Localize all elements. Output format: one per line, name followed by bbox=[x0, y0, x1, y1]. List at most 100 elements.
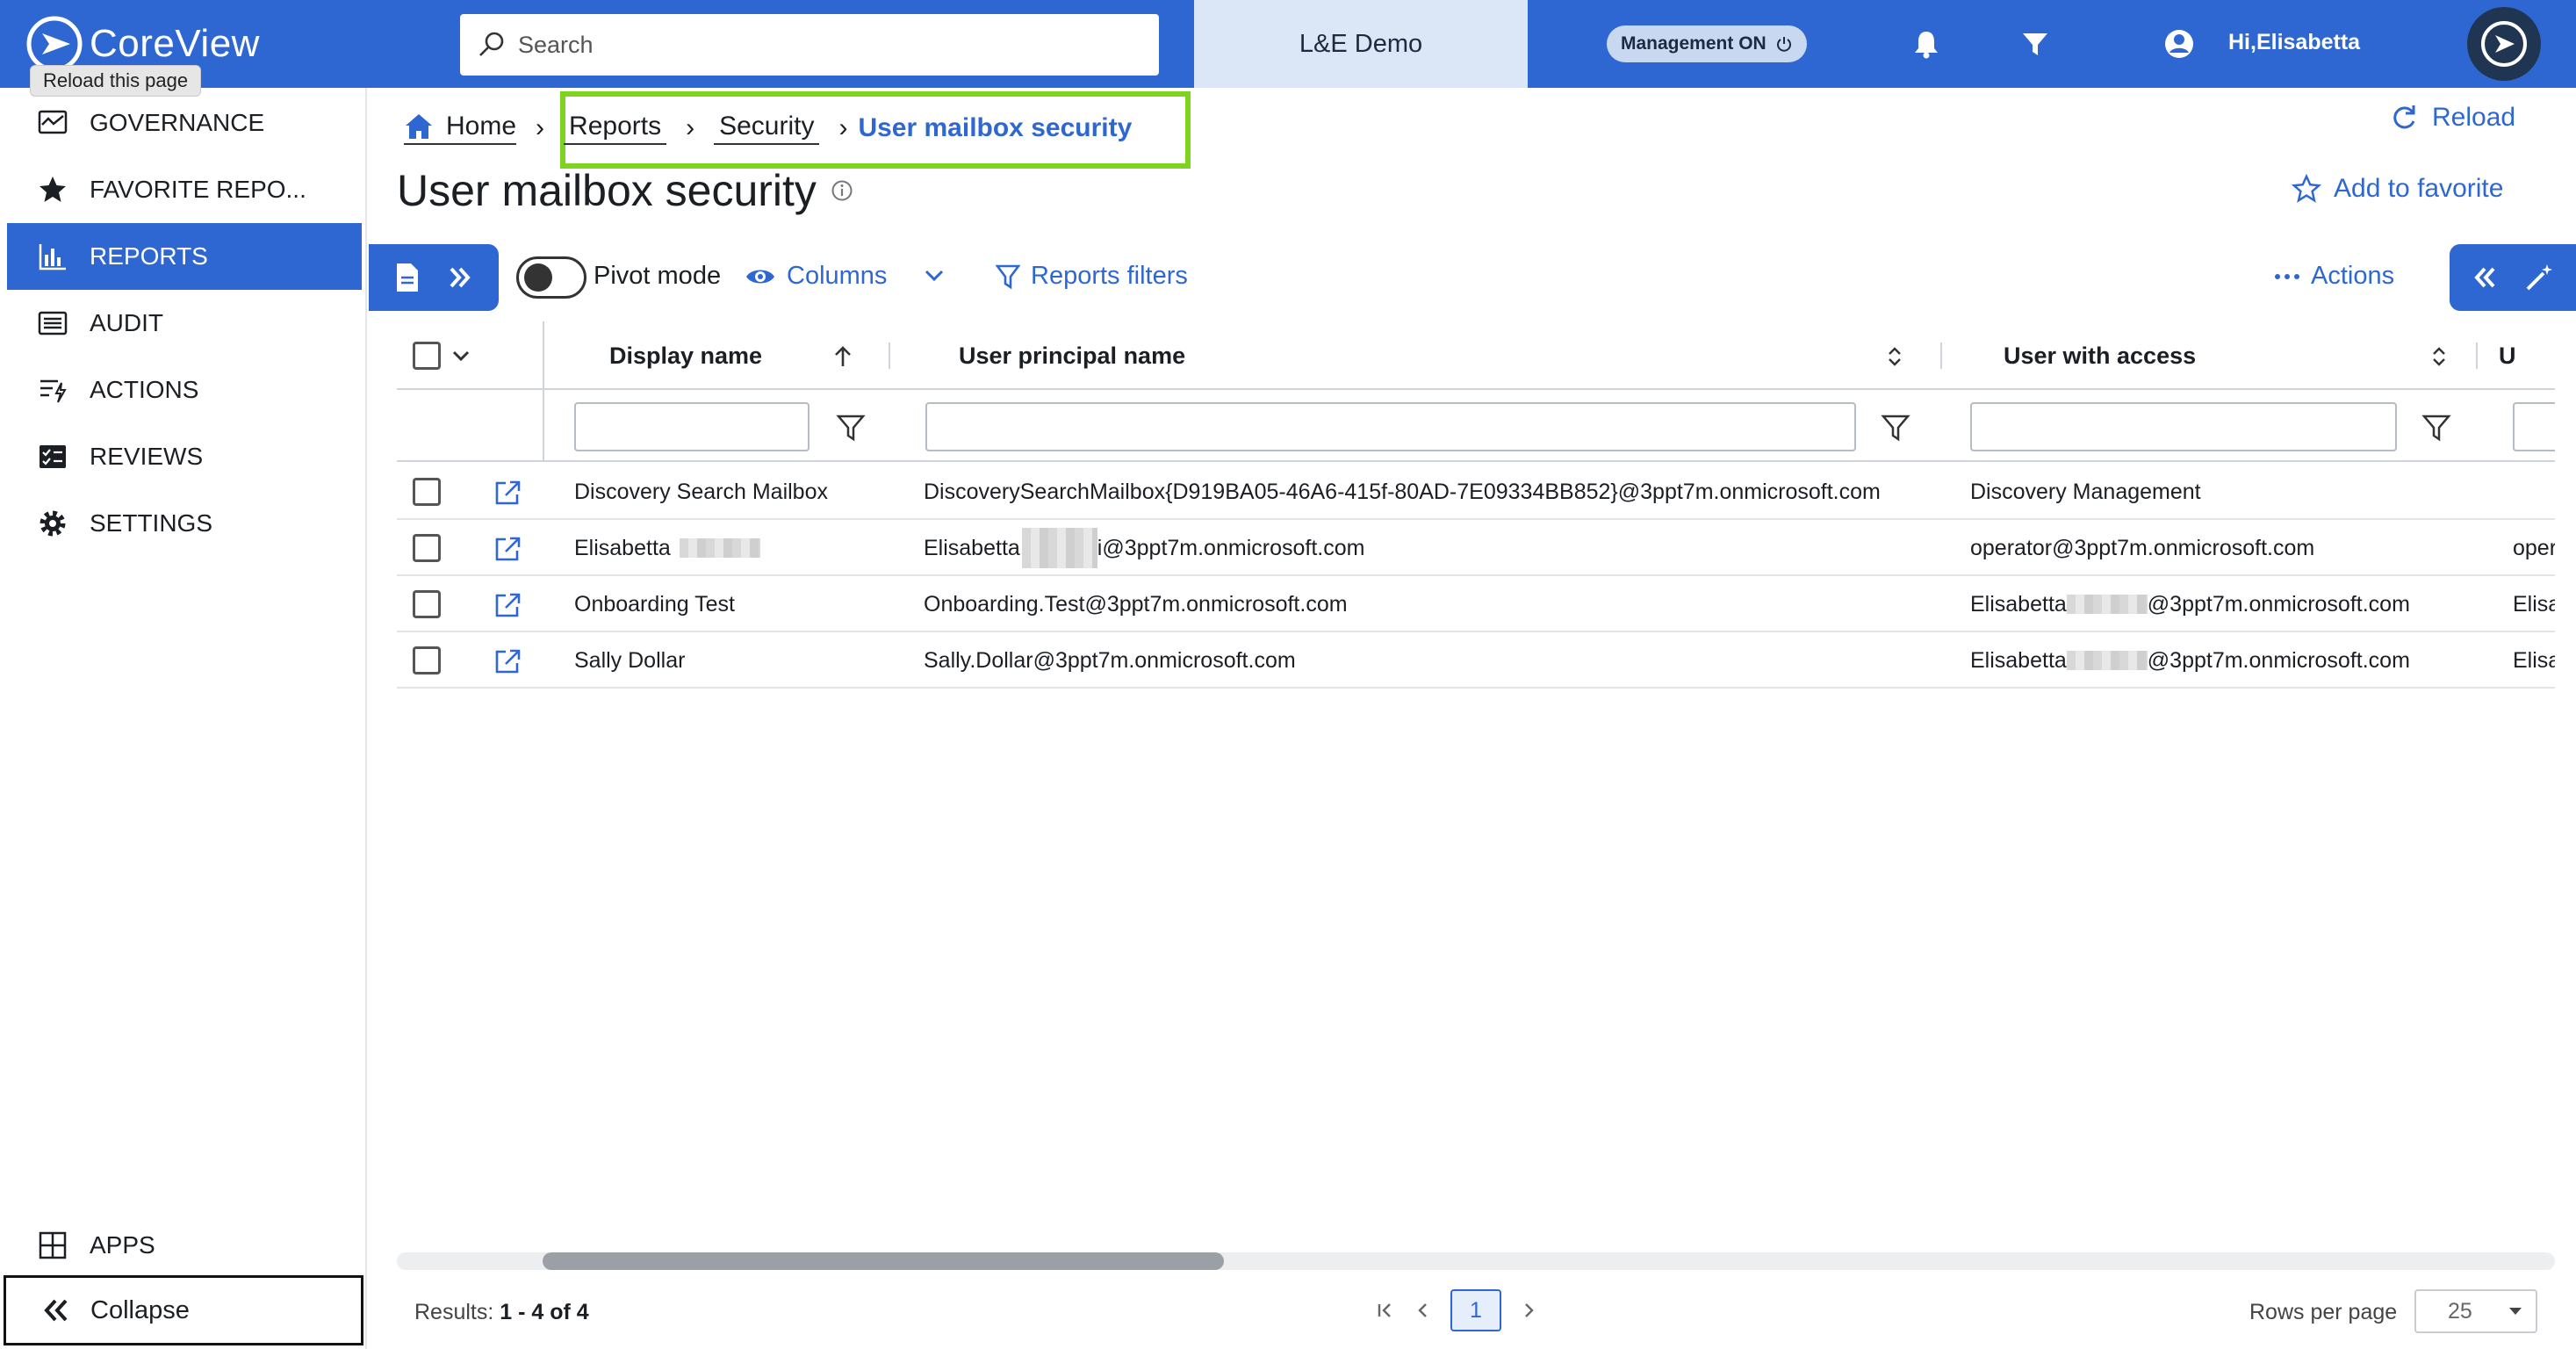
cell-upn: DiscoverySearchMailbox{D919BA05-46A6-415… bbox=[924, 479, 1881, 504]
next-page-icon[interactable] bbox=[1521, 1302, 1536, 1319]
access-suffix: @3ppt7m.onmicrosoft.com bbox=[2147, 591, 2410, 617]
grid-toolbar: Pivot mode Columns Reports filters Actio… bbox=[369, 244, 2576, 311]
upn-suffix: i@3ppt7m.onmicrosoft.com bbox=[1097, 535, 1365, 560]
column-divider[interactable] bbox=[1940, 343, 1942, 369]
horizontal-scrollbar[interactable] bbox=[397, 1252, 2555, 1270]
user-icon[interactable] bbox=[2162, 26, 2197, 61]
cell-user-with-access: Elisabetta @3ppt7m.onmicrosoft.com bbox=[1970, 632, 2410, 689]
funnel-icon[interactable] bbox=[836, 413, 866, 443]
column-divider[interactable] bbox=[2476, 343, 2478, 369]
column-header-display-name[interactable]: Display name bbox=[609, 321, 762, 390]
display-name-filter-input[interactable] bbox=[574, 402, 809, 451]
more-dots-icon bbox=[2275, 273, 2299, 279]
sort-toggle-icon[interactable] bbox=[2430, 344, 2448, 369]
chevron-down-icon[interactable] bbox=[451, 350, 471, 362]
select-all-control[interactable] bbox=[413, 321, 471, 390]
sidebar-item-actions[interactable]: ACTIONS bbox=[7, 357, 362, 423]
columns-button[interactable]: Columns bbox=[745, 262, 887, 291]
sidebar-item-label: AUDIT bbox=[90, 309, 163, 336]
sidebar-item-favorite-reports[interactable]: FAVORITE REPO... bbox=[7, 156, 362, 223]
breadcrumb-separator-icon: › bbox=[838, 113, 848, 142]
breadcrumb-security[interactable]: Security bbox=[714, 112, 820, 145]
sidebar-item-reviews[interactable]: REVIEWS bbox=[7, 423, 362, 490]
actions-button[interactable]: Actions bbox=[2274, 262, 2394, 291]
sidebar-item-label: REVIEWS bbox=[90, 443, 204, 470]
actions-icon bbox=[40, 379, 67, 403]
table-row[interactable]: Discovery Search Mailbox DiscoverySearch… bbox=[397, 464, 2555, 520]
cell-partial: Elisa bbox=[2513, 647, 2555, 673]
cell-partial: oper bbox=[2513, 535, 2555, 560]
open-external-icon[interactable] bbox=[493, 648, 522, 674]
row-checkbox[interactable] bbox=[413, 590, 441, 618]
document-icon[interactable] bbox=[394, 262, 421, 293]
table-row[interactable]: Sally Dollar Sally.Dollar@3ppt7m.onmicro… bbox=[397, 632, 2555, 689]
user-greeting[interactable]: Hi,Elisabetta bbox=[2228, 30, 2360, 55]
magic-wand-icon[interactable] bbox=[2524, 263, 2554, 292]
sort-toggle-icon[interactable] bbox=[1886, 344, 1903, 369]
column-header-user-with-access[interactable]: User with access bbox=[2004, 321, 2196, 390]
sort-ascending-icon[interactable] bbox=[832, 345, 853, 368]
sidebar-item-apps[interactable]: APPS bbox=[7, 1212, 362, 1279]
breadcrumb-separator-icon: › bbox=[536, 113, 545, 142]
sidebar-item-settings[interactable]: SETTINGS bbox=[7, 490, 362, 557]
reload-button[interactable]: Reload bbox=[2388, 102, 2515, 133]
reports-filters-button[interactable]: Reports filters bbox=[996, 262, 1188, 291]
reports-filters-label: Reports filters bbox=[1031, 262, 1188, 290]
row-checkbox[interactable] bbox=[413, 646, 441, 674]
cell-display-name: Elisabetta bbox=[574, 520, 760, 576]
open-external-icon[interactable] bbox=[493, 592, 522, 618]
column-header-partial[interactable]: U bbox=[2499, 321, 2516, 390]
collapse-button[interactable]: Collapse bbox=[4, 1275, 363, 1345]
partial-column-filter-input[interactable] bbox=[2513, 402, 2555, 451]
sidebar-item-label: GOVERNANCE bbox=[90, 109, 265, 136]
tenant-selector[interactable]: L&E Demo bbox=[1194, 0, 1528, 88]
cell-partial: Elisa bbox=[2513, 591, 2555, 617]
upn-prefix: Elisabetta bbox=[924, 535, 1020, 560]
brand-name: CoreView bbox=[90, 22, 260, 65]
select-all-checkbox[interactable] bbox=[413, 342, 441, 370]
breadcrumb-home[interactable]: Home bbox=[404, 112, 517, 145]
funnel-icon[interactable] bbox=[2421, 413, 2451, 443]
sidebar-item-audit[interactable]: AUDIT bbox=[7, 290, 362, 357]
funnel-icon[interactable] bbox=[1881, 413, 1910, 443]
table-row[interactable]: Onboarding Test Onboarding.Test@3ppt7m.o… bbox=[397, 576, 2555, 632]
open-external-icon[interactable] bbox=[493, 536, 522, 562]
cell-display-name: Onboarding Test bbox=[574, 591, 735, 617]
column-divider[interactable] bbox=[889, 343, 890, 369]
sidebar-item-reports[interactable]: REPORTS bbox=[7, 223, 362, 290]
rows-per-page-select[interactable]: 25 bbox=[2414, 1289, 2537, 1333]
row-checkbox[interactable] bbox=[413, 534, 441, 562]
open-external-icon[interactable] bbox=[493, 480, 522, 506]
search-input[interactable] bbox=[518, 31, 1115, 59]
management-toggle[interactable]: Management ON bbox=[1607, 25, 1807, 62]
chevron-down-icon[interactable] bbox=[924, 269, 945, 283]
user-with-access-filter-input[interactable] bbox=[1970, 402, 2397, 451]
grid-header-row: Display name User principal name User wi… bbox=[397, 321, 2555, 390]
cell-user-with-access: operator@3ppt7m.onmicrosoft.com bbox=[1970, 535, 2315, 560]
first-page-icon[interactable] bbox=[1377, 1302, 1396, 1319]
table-row[interactable]: Elisabetta Elisabetta i@3ppt7m.onmicroso… bbox=[397, 520, 2555, 576]
pivot-mode-toggle[interactable] bbox=[516, 256, 586, 299]
double-chevron-right-icon[interactable] bbox=[447, 264, 473, 291]
cell-partial bbox=[2513, 464, 2555, 520]
upn-filter-input[interactable] bbox=[925, 402, 1856, 451]
previous-page-icon[interactable] bbox=[1415, 1302, 1431, 1319]
cell-display-name: Discovery Search Mailbox bbox=[574, 479, 828, 504]
page-button-current[interactable]: 1 bbox=[1450, 1289, 1501, 1331]
page-title: User mailbox security bbox=[397, 165, 853, 216]
breadcrumb-reports[interactable]: Reports bbox=[564, 112, 667, 145]
sidebar-item-governance[interactable]: GOVERNANCE bbox=[7, 90, 362, 156]
avatar[interactable] bbox=[2467, 7, 2541, 81]
column-header-user-principal-name[interactable]: User principal name bbox=[959, 321, 1185, 390]
add-to-favorite-button[interactable]: Add to favorite bbox=[2292, 174, 2503, 204]
eye-icon bbox=[746, 270, 774, 283]
access-prefix: Elisabetta bbox=[1970, 647, 2067, 673]
bell-icon[interactable] bbox=[1909, 26, 1944, 61]
search-box[interactable] bbox=[460, 14, 1159, 76]
scrollbar-thumb[interactable] bbox=[543, 1252, 1224, 1270]
double-chevron-left-icon[interactable] bbox=[2472, 264, 2498, 291]
filter-icon[interactable] bbox=[2018, 26, 2053, 61]
info-icon[interactable] bbox=[831, 179, 853, 202]
row-checkbox[interactable] bbox=[413, 478, 441, 506]
breadcrumb-separator-icon: › bbox=[686, 113, 695, 142]
